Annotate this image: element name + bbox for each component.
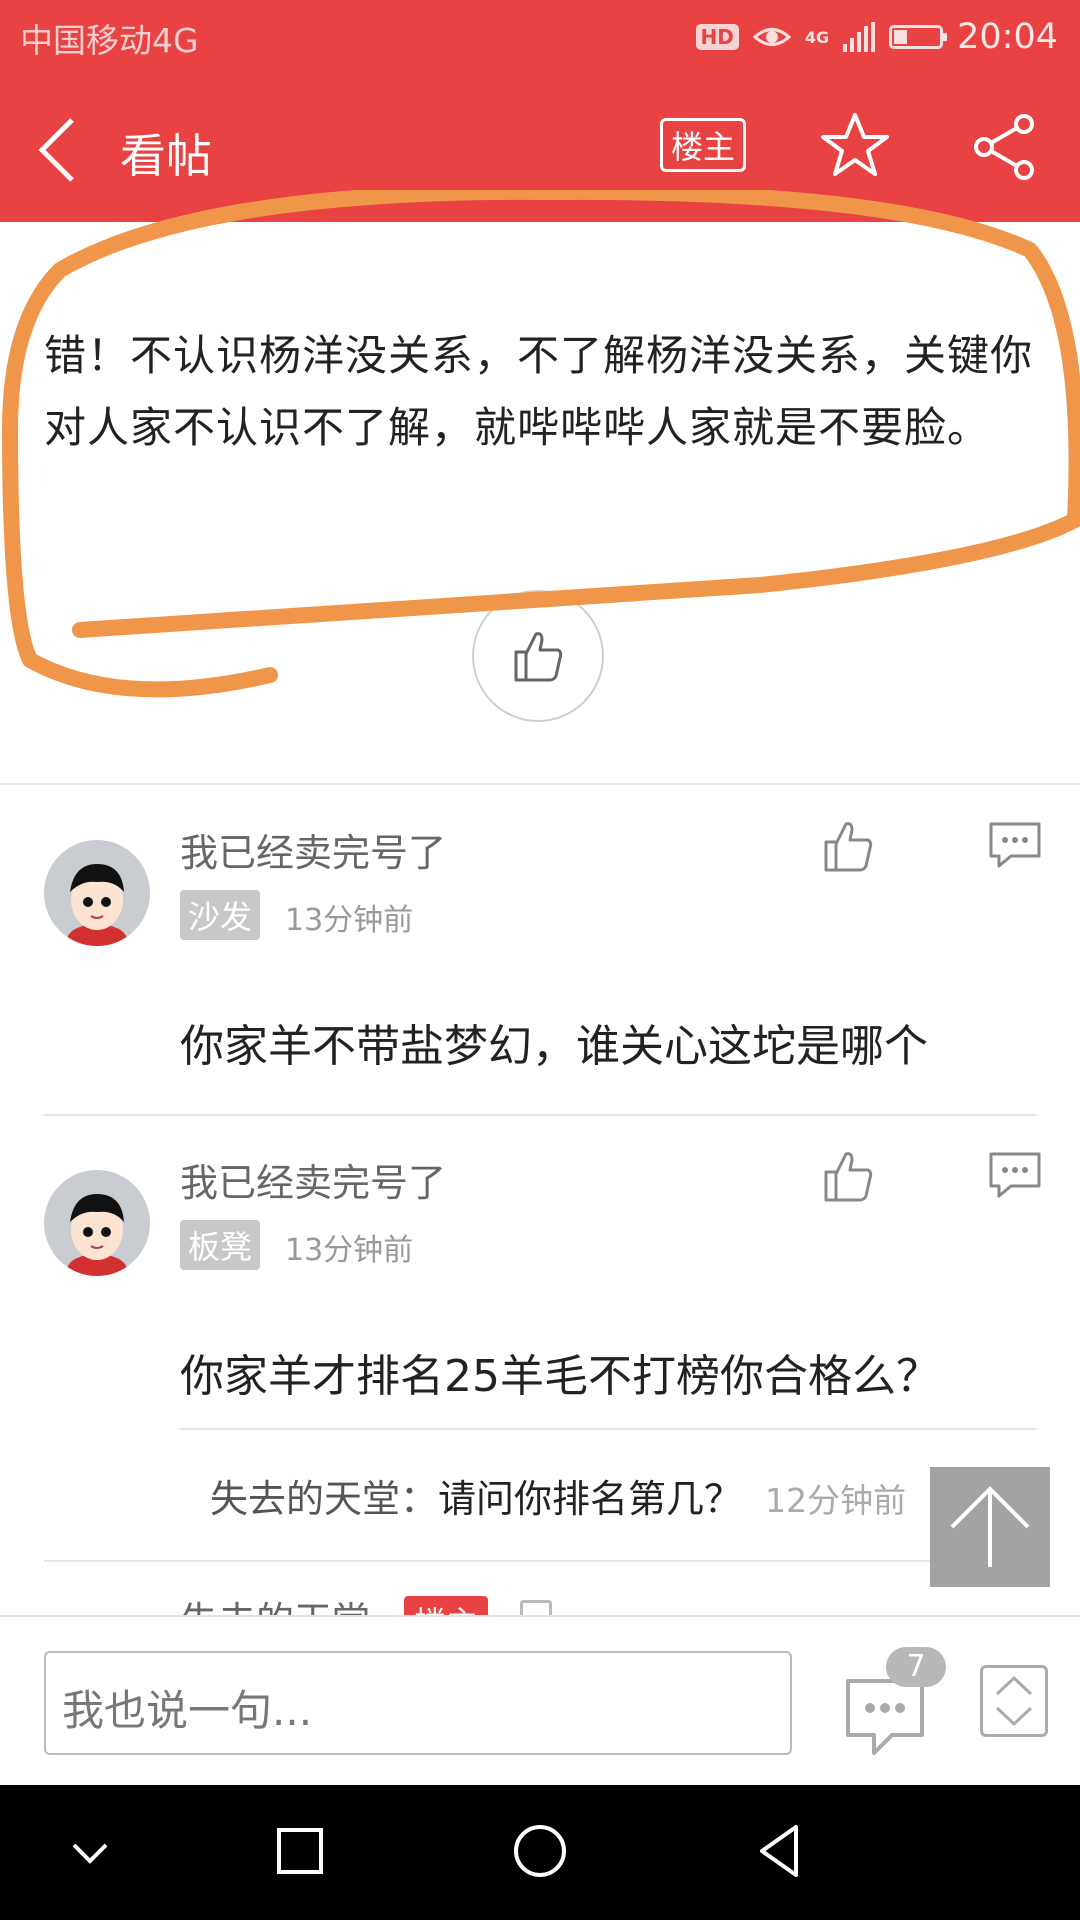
up-down-arrows-icon (995, 1675, 1033, 1727)
home-button[interactable] (508, 1819, 572, 1887)
comment-divider (44, 1114, 1036, 1116)
eye-comfort-icon (752, 28, 791, 46)
chevron-down-icon (72, 1843, 108, 1864)
comment-reply-button[interactable] (985, 1148, 1045, 1204)
post-like-button[interactable] (472, 590, 604, 722)
partial-comment: 失去的天堂 楼主 (0, 1562, 1080, 1615)
comment-username[interactable]: 失去的天堂 (180, 1590, 370, 1615)
page-title: 看帖 (120, 129, 212, 183)
reply-username[interactable]: 失去的天堂： (210, 1477, 438, 1521)
phone-icon (520, 1600, 552, 1615)
comment-username[interactable]: 我已经卖完号了 (180, 822, 446, 877)
comment-reply-button[interactable] (985, 818, 1045, 874)
comment-username[interactable]: 我已经卖完号了 (180, 1152, 446, 1207)
reply-text: 请问你排名第几？ (438, 1477, 743, 1521)
avatar-cartoon-icon (44, 840, 150, 946)
comment-count-badge: 7 (886, 1647, 946, 1687)
chat-bubble-icon (989, 822, 1041, 868)
post-content: 错！不认识杨洋没关系，不了解杨洋没关系，关键你对人家不认识不了解，就哔哔哔人家就… (44, 331, 1034, 452)
back-button[interactable] (30, 112, 100, 188)
arrow-up-icon (950, 1486, 1030, 1567)
status-icons: HD 4G 20:04 (695, 12, 1058, 62)
jump-floor-button[interactable] (980, 1665, 1048, 1737)
thumbs-up-icon (824, 822, 873, 872)
network-type-label: 4G (804, 27, 830, 47)
comment-time: 13分钟前 (285, 1233, 414, 1268)
owner-only-button[interactable]: 楼主 (660, 118, 746, 172)
recents-button[interactable] (270, 1821, 330, 1885)
circle-icon (514, 1825, 566, 1877)
reply-time: 12分钟前 (765, 1481, 907, 1520)
triangle-back-icon (760, 1825, 798, 1877)
thumbs-up-icon (824, 1152, 873, 1202)
sub-reply[interactable]: 失去的天堂：请问你排名第几？ 12分钟前 (210, 1468, 906, 1523)
system-nav-bar (0, 1785, 1080, 1920)
app-header: 看帖 楼主 (0, 76, 1080, 222)
favorite-button[interactable] (820, 110, 890, 180)
reply-divider (180, 1428, 1036, 1430)
comment-input[interactable]: 我也说一句... (44, 1651, 792, 1755)
avatar[interactable] (44, 840, 150, 946)
avatar[interactable] (44, 1170, 150, 1276)
chevron-left-icon (38, 118, 74, 182)
signal-icon (843, 22, 876, 52)
share-button[interactable] (970, 112, 1040, 182)
carrier-label: 中国移动4G (20, 21, 199, 60)
back-nav-button[interactable] (750, 1819, 814, 1887)
clock: 20:04 (957, 17, 1058, 57)
section-divider (0, 783, 1080, 785)
owner-badge: 楼主 (404, 1596, 489, 1615)
hd-icon: HD (695, 24, 739, 50)
comment-text: 你家羊才排名25羊毛不打榜你合格么？ (180, 1351, 940, 1402)
comment-like-button[interactable] (818, 818, 878, 874)
hide-nav-button[interactable] (60, 1823, 120, 1887)
scroll-to-top-button[interactable] (930, 1467, 1050, 1587)
comment-input-bar: 我也说一句... 7 (0, 1615, 1080, 1787)
floor-badge: 板凳 (180, 1220, 261, 1270)
comment-time: 13分钟前 (285, 903, 414, 938)
floor-badge: 沙发 (180, 890, 261, 940)
chat-bubble-icon (989, 1152, 1041, 1198)
comment-text: 你家羊不带盐梦幻，谁关心这坨是哪个 (180, 1021, 928, 1072)
battery-icon (889, 25, 948, 49)
avatar-cartoon-icon (44, 1170, 150, 1276)
status-bar: 中国移动4G HD 4G 20:04 (0, 0, 1080, 76)
share-icon (974, 114, 1034, 180)
comment-like-button[interactable] (818, 1148, 878, 1204)
thumbs-up-icon (514, 632, 563, 682)
star-icon (821, 113, 889, 176)
square-icon (277, 1828, 323, 1874)
